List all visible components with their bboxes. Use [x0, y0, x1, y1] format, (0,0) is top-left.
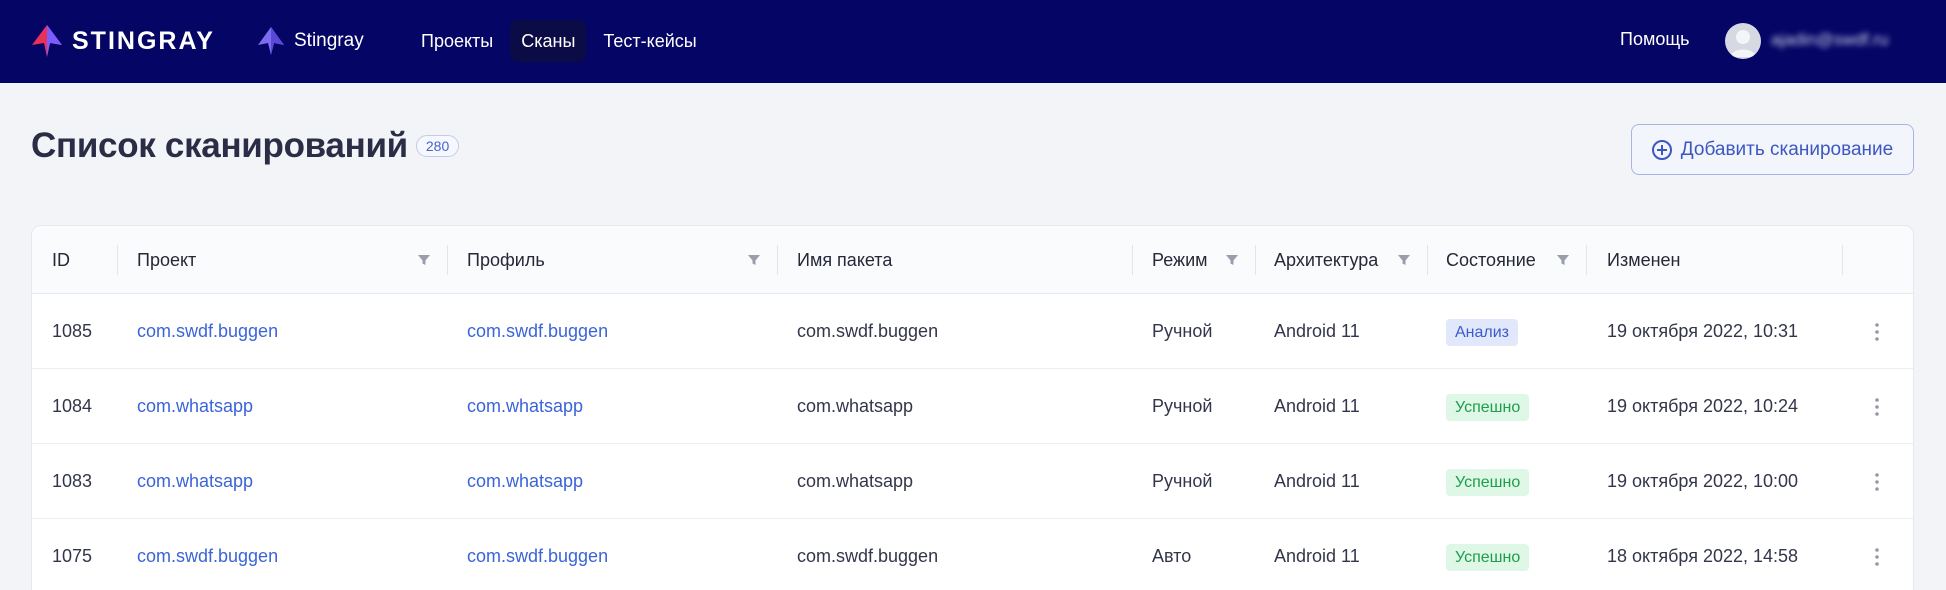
add-scan-button[interactable]: Добавить сканирование — [1631, 124, 1914, 175]
filter-icon[interactable] — [417, 253, 431, 267]
column-header-id[interactable]: ID — [52, 226, 70, 294]
modified-date: 19 октября 2022, 10:31 — [1607, 321, 1799, 341]
status-badge: Успешно — [1446, 544, 1530, 571]
column-header-profile[interactable]: Профиль — [467, 226, 545, 294]
kebab-menu-icon[interactable] — [1869, 320, 1885, 344]
main-nav: Проекты Сканы Тест-кейсы — [410, 20, 714, 62]
package-name: com.swdf.buggen — [797, 321, 939, 341]
column-divider — [1132, 245, 1133, 275]
user-email[interactable]: ajadin@swdf.ru — [1771, 30, 1888, 50]
column-divider — [447, 245, 448, 275]
table-row[interactable]: 1085 com.swdf.buggen com.swdf.buggen com… — [32, 294, 1913, 369]
table-row[interactable]: 1075 com.swdf.buggen com.swdf.buggen com… — [32, 519, 1913, 590]
page-title: Список сканирований — [31, 126, 408, 165]
architecture: Android 11 — [1274, 321, 1360, 341]
scan-mode: Ручной — [1152, 321, 1213, 341]
page-header: Список сканирований 280 — [31, 126, 460, 166]
table-header: ID Проект Профиль Имя пакета Режим Архит… — [32, 226, 1913, 294]
status-badge: Успешно — [1446, 469, 1530, 496]
nav-item-scans[interactable]: Сканы — [510, 20, 587, 62]
app-name: Stingray — [294, 30, 364, 51]
project-link[interactable]: com.swdf.buggen — [137, 519, 278, 590]
stingray-app-icon — [258, 27, 284, 55]
status-badge: Успешно — [1446, 394, 1530, 421]
modified-date: 19 октября 2022, 10:00 — [1607, 471, 1799, 491]
project-link[interactable]: com.whatsapp — [137, 444, 253, 519]
scan-count-badge: 280 — [415, 135, 460, 157]
column-divider — [1427, 245, 1428, 275]
stingray-logo-icon — [32, 25, 62, 57]
help-link[interactable]: Помощь — [1620, 29, 1690, 50]
column-header-modified[interactable]: Изменен — [1607, 226, 1680, 294]
architecture: Android 11 — [1274, 396, 1360, 416]
add-scan-button-label: Добавить сканирование — [1680, 138, 1894, 160]
brand-logo[interactable]: STINGRAY — [30, 22, 215, 60]
brand-name: STINGRAY — [72, 26, 215, 55]
package-name: com.whatsapp — [797, 396, 914, 416]
package-name: com.whatsapp — [797, 471, 914, 491]
status-badge: Анализ — [1446, 319, 1519, 346]
column-divider — [1586, 245, 1587, 275]
column-divider — [117, 245, 118, 275]
user-avatar-icon — [1730, 30, 1756, 57]
scan-id: 1084 — [52, 396, 93, 416]
modified-date: 18 октября 2022, 14:58 — [1607, 546, 1799, 566]
kebab-menu-icon[interactable] — [1869, 545, 1885, 569]
nav-item-test-cases[interactable]: Тест-кейсы — [592, 20, 707, 62]
project-link[interactable]: com.whatsapp — [137, 369, 253, 444]
plus-circle-icon — [1651, 139, 1672, 160]
scan-id: 1085 — [52, 321, 93, 341]
scan-id: 1083 — [52, 471, 93, 491]
table-row[interactable]: 1083 com.whatsapp com.whatsapp com.whats… — [32, 444, 1913, 519]
nav-item-projects[interactable]: Проекты — [410, 20, 504, 62]
scan-mode: Ручной — [1152, 396, 1213, 416]
profile-link[interactable]: com.swdf.buggen — [467, 519, 608, 590]
kebab-menu-icon[interactable] — [1869, 395, 1885, 419]
filter-icon[interactable] — [1225, 253, 1239, 267]
column-header-project[interactable]: Проект — [137, 226, 196, 294]
column-header-status[interactable]: Состояние — [1446, 226, 1536, 294]
scans-table: ID Проект Профиль Имя пакета Режим Архит… — [31, 225, 1914, 590]
column-divider — [1255, 245, 1256, 275]
scan-id: 1075 — [52, 546, 93, 566]
column-header-package-name[interactable]: Имя пакета — [797, 226, 892, 294]
column-header-mode[interactable]: Режим — [1152, 226, 1208, 294]
architecture: Android 11 — [1274, 471, 1360, 491]
filter-icon[interactable] — [1556, 253, 1570, 267]
filter-icon[interactable] — [747, 253, 761, 267]
kebab-menu-icon[interactable] — [1869, 470, 1885, 494]
scan-mode: Ручной — [1152, 471, 1213, 491]
column-divider — [1842, 245, 1843, 275]
table-row[interactable]: 1084 com.whatsapp com.whatsapp com.whats… — [32, 369, 1913, 444]
column-header-architecture[interactable]: Архитектура — [1274, 226, 1378, 294]
scan-mode: Авто — [1152, 546, 1192, 566]
project-link[interactable]: com.swdf.buggen — [137, 294, 278, 369]
package-name: com.swdf.buggen — [797, 546, 939, 566]
app-switcher[interactable]: Stingray — [256, 24, 364, 58]
architecture: Android 11 — [1274, 546, 1360, 566]
modified-date: 19 октября 2022, 10:24 — [1607, 396, 1799, 416]
profile-link[interactable]: com.swdf.buggen — [467, 294, 608, 369]
profile-link[interactable]: com.whatsapp — [467, 444, 583, 519]
top-navigation-bar: STINGRAY Stingray Проекты Сканы Тест-кей… — [0, 0, 1946, 83]
avatar[interactable] — [1725, 23, 1761, 59]
profile-link[interactable]: com.whatsapp — [467, 369, 583, 444]
filter-icon[interactable] — [1397, 253, 1411, 267]
column-divider — [777, 245, 778, 275]
